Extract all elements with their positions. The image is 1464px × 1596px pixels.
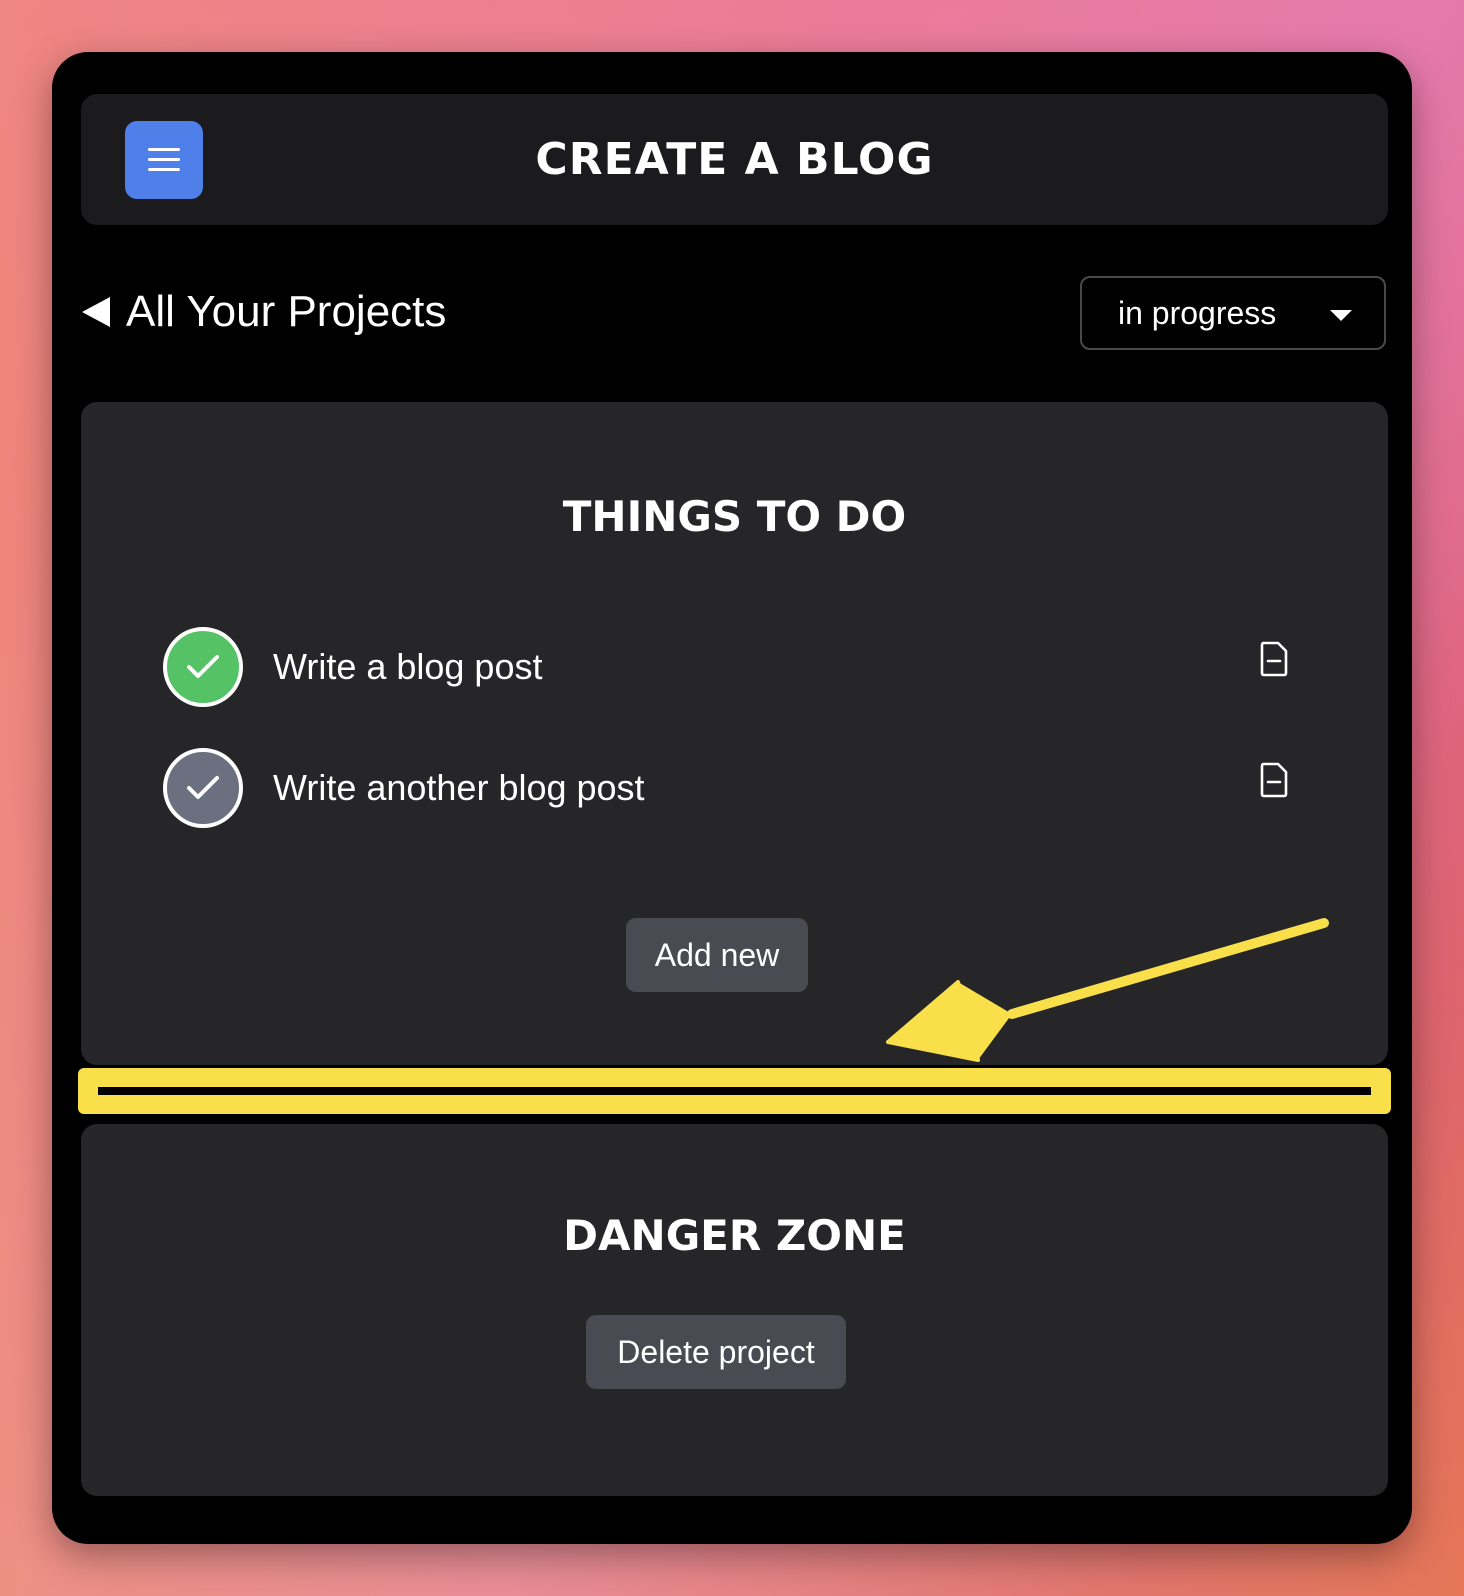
task-complete-toggle[interactable] bbox=[163, 627, 243, 707]
task-label: Write another blog post bbox=[273, 767, 645, 808]
delete-project-button[interactable]: Delete project bbox=[586, 1315, 846, 1389]
highlighted-divider bbox=[78, 1068, 1391, 1114]
status-select[interactable]: in progress bbox=[1080, 276, 1386, 350]
app-window: CREATE A BLOG All Your Projects in progr… bbox=[52, 52, 1412, 1544]
checkmark-icon bbox=[187, 776, 219, 799]
caret-down-icon bbox=[1330, 310, 1352, 321]
document-icon[interactable] bbox=[1259, 762, 1289, 798]
things-to-do-title: THINGS TO DO bbox=[562, 492, 907, 541]
back-triangle-icon bbox=[82, 297, 110, 327]
things-to-do-panel: THINGS TO DO Write a blog post Write ano… bbox=[81, 402, 1388, 1065]
header-bar: CREATE A BLOG bbox=[81, 94, 1388, 225]
danger-zone-panel: DANGER ZONE Delete project bbox=[81, 1124, 1388, 1496]
document-icon[interactable] bbox=[1259, 641, 1289, 677]
checkmark-icon bbox=[187, 655, 219, 678]
page-title: CREATE A BLOG bbox=[535, 134, 934, 185]
danger-zone-title: DANGER ZONE bbox=[563, 1211, 906, 1260]
back-to-projects-link[interactable]: All Your Projects bbox=[82, 284, 446, 340]
task-complete-toggle[interactable] bbox=[163, 748, 243, 828]
divider-rule bbox=[98, 1087, 1371, 1095]
status-select-value: in progress bbox=[1118, 294, 1277, 331]
task-item: Write another blog post bbox=[163, 748, 1303, 828]
back-link-label: All Your Projects bbox=[126, 287, 447, 336]
task-item: Write a blog post bbox=[163, 627, 1303, 707]
add-new-button[interactable]: Add new bbox=[626, 918, 808, 992]
task-label: Write a blog post bbox=[273, 646, 543, 687]
